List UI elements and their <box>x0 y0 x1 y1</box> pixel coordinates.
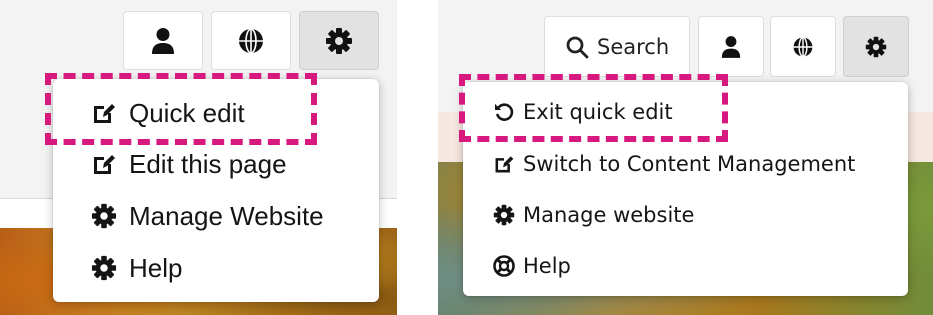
language-button[interactable] <box>211 11 291 70</box>
lifebuoy-icon <box>493 255 515 277</box>
menu-item-quick-edit[interactable]: Quick edit <box>91 91 245 135</box>
undo-icon <box>493 101 515 123</box>
user-button[interactable] <box>123 11 203 70</box>
menu-item-switch-content-management[interactable]: Switch to Content Management <box>493 144 855 184</box>
gear-icon <box>865 36 887 58</box>
language-button[interactable] <box>770 16 836 77</box>
menu-item-label: Quick edit <box>129 97 245 128</box>
menu-item-edit-page[interactable]: Edit this page <box>91 142 287 186</box>
gear-icon <box>91 255 117 281</box>
search-icon <box>565 35 589 59</box>
menu-item-label: Manage website <box>523 203 695 227</box>
settings-button[interactable] <box>843 16 909 77</box>
menu-item-label: Exit quick edit <box>523 100 673 124</box>
settings-button[interactable] <box>299 11 379 70</box>
gear-icon <box>91 203 117 229</box>
user-icon <box>721 35 741 59</box>
gear-icon <box>493 204 515 226</box>
menu-item-exit-quick-edit[interactable]: Exit quick edit <box>493 92 673 132</box>
edit-icon <box>91 100 117 126</box>
menu-item-label: Help <box>129 252 183 283</box>
settings-dropdown: Exit quick edit Switch to Content Manage… <box>463 82 908 296</box>
globe-icon <box>237 27 265 55</box>
menu-item-label: Switch to Content Management <box>523 152 856 176</box>
menu-item-help[interactable]: Help <box>91 246 182 290</box>
globe-icon <box>792 36 814 58</box>
settings-dropdown: Quick edit Edit this page Manage Website… <box>53 79 379 302</box>
search-label: Search <box>597 34 670 59</box>
user-icon <box>151 27 175 55</box>
right-panel: Search Exit quick edit Switch to Content… <box>438 0 933 315</box>
user-button[interactable] <box>698 16 764 77</box>
menu-item-label: Edit this page <box>129 148 287 179</box>
menu-item-label: Help <box>523 254 571 278</box>
left-panel: Quick edit Edit this page Manage Website… <box>0 0 397 315</box>
menu-item-help[interactable]: Help <box>493 246 571 286</box>
gear-icon <box>325 27 353 55</box>
edit-icon <box>91 151 117 177</box>
search-button[interactable]: Search <box>544 16 690 77</box>
menu-item-manage-website[interactable]: Manage website <box>493 195 694 235</box>
menu-item-label: Manage Website <box>129 200 324 231</box>
edit-icon <box>493 153 515 175</box>
menu-item-manage-website[interactable]: Manage Website <box>91 194 324 238</box>
